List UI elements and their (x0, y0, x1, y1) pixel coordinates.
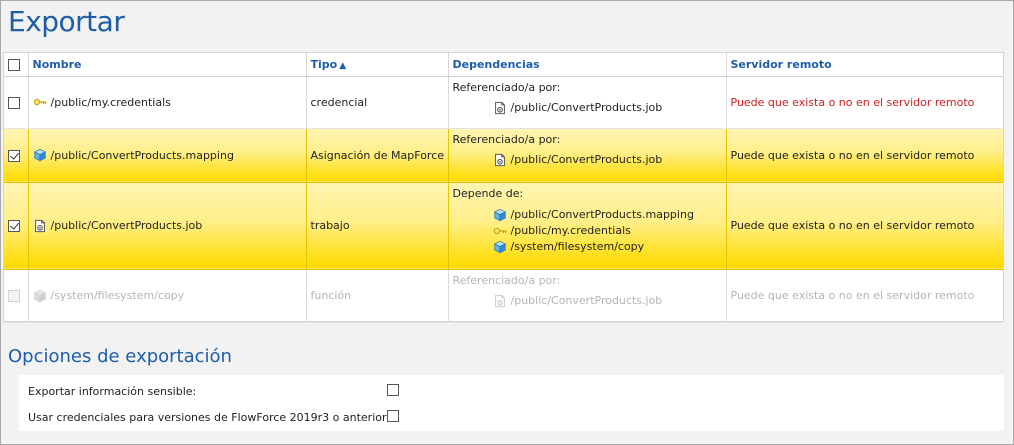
legacy-credentials-checkbox[interactable] (387, 410, 399, 422)
dependency-item: /public/ConvertProducts.job (453, 293, 722, 309)
dependency-label: Referenciado/a por: (452, 273, 561, 287)
dependency-path: /public/ConvertProducts.job (510, 293, 663, 307)
dependencies-cell: Depende de: /public/ConvertProducts.mappi… (448, 182, 727, 270)
dependency-item: /public/ConvertProducts.job (453, 152, 722, 168)
dependency-label: Referenciado/a por: (452, 80, 561, 94)
dependencies-cell: Referenciado/a por: /public/ConvertProduc… (448, 269, 727, 323)
dependency-path: /system/filesystem/copy (510, 239, 645, 253)
name-cell: /public/ConvertProducts.job (28, 182, 307, 270)
dependencies-cell: Referenciado/a por: /public/ConvertProduc… (448, 76, 727, 129)
cube-icon (493, 207, 507, 223)
column-header-type-label: Tipo (310, 57, 338, 71)
object-path: /public/ConvertProducts.job (50, 219, 203, 232)
export-sensitive-checkbox[interactable] (387, 384, 399, 396)
dependency-item: /public/my.credentials (453, 223, 722, 239)
column-header-dependencies[interactable]: Dependencias (448, 53, 727, 77)
dependency-item: /system/filesystem/copy (453, 239, 722, 255)
page-title: Exportar (8, 5, 125, 38)
name-cell: /public/my.credentials (28, 76, 307, 129)
remote-server-cell: Puede que exista o no en el servidor rem… (726, 269, 1003, 323)
export-table: Nombre Tipo ▲ Dependencias Servidor remot… (3, 52, 1004, 323)
dependency-label: Referenciado/a por: (452, 132, 561, 146)
name-cell: /public/ConvertProducts.mapping (28, 128, 307, 183)
remote-server-cell: Puede que exista o no en el servidor rem… (726, 76, 1003, 129)
dependency-item: /public/ConvertProducts.mapping (453, 207, 722, 223)
legacy-credentials-label: Usar credenciales para versiones de Flow… (28, 411, 399, 424)
object-path: /public/ConvertProducts.mapping (50, 148, 234, 162)
export-sensitive-label: Exportar información sensible: (28, 385, 197, 398)
table-row[interactable]: /public/ConvertProducts.mapping Asignació… (4, 128, 1003, 183)
table-row[interactable]: /public/ConvertProducts.job trabajo Depend… (4, 182, 1003, 270)
export-options-title: Opciones de exportación (8, 346, 232, 367)
cube-icon (493, 239, 507, 255)
name-cell: /system/filesystem/copy (28, 269, 307, 323)
dependency-item: /public/ConvertProducts.job (453, 100, 722, 116)
column-header-name-label: Nombre (32, 57, 82, 71)
select-all-header[interactable] (4, 53, 29, 77)
remote-server-cell: Puede que exista o no en el servidor rem… (726, 182, 1003, 270)
sort-ascending-icon[interactable]: ▲ (339, 61, 346, 71)
type-cell: trabajo (306, 182, 449, 270)
table-row[interactable]: /system/filesystem/copy función Referencia… (4, 269, 1003, 323)
job-icon (33, 219, 47, 233)
cube-icon (33, 148, 47, 162)
export-options-panel: Exportar información sensible: Usar cred… (19, 375, 1004, 431)
row-checkbox-cell[interactable] (4, 76, 29, 129)
dependencies-cell: Referenciado/a por: /public/ConvertProduc… (448, 128, 727, 183)
job-icon (493, 100, 507, 116)
column-header-name[interactable]: Nombre (28, 53, 307, 77)
dependency-path: /public/my.credentials (510, 223, 631, 237)
row-checkbox-cell[interactable] (4, 182, 29, 270)
object-path: /public/my.credentials (50, 95, 171, 109)
dependency-path: /public/ConvertProducts.job (510, 152, 663, 166)
row-checkbox[interactable] (8, 220, 20, 232)
type-cell: función (306, 269, 449, 323)
object-path: /system/filesystem/copy (50, 289, 185, 302)
row-checkbox[interactable] (8, 96, 20, 109)
cube-icon (33, 289, 47, 303)
dependency-path: /public/ConvertProducts.mapping (510, 207, 694, 221)
row-checkbox[interactable] (8, 149, 20, 162)
column-header-type[interactable]: Tipo ▲ (306, 53, 449, 77)
key-icon (33, 95, 47, 109)
type-cell: Asignación de MapForce (306, 128, 449, 183)
dependency-path: /public/ConvertProducts.job (510, 100, 663, 114)
row-checkbox (8, 290, 20, 302)
select-all-checkbox[interactable] (8, 58, 20, 71)
key-icon (493, 223, 507, 239)
row-checkbox-cell[interactable] (4, 128, 29, 183)
table-row[interactable]: /public/my.credentials credencial Referenc… (4, 76, 1003, 129)
remote-server-cell: Puede que exista o no en el servidor rem… (726, 128, 1003, 183)
dependency-label: Depende de: (452, 186, 524, 200)
column-header-remote-label: Servidor remoto (730, 57, 832, 71)
row-checkbox-cell[interactable] (4, 269, 29, 323)
job-icon (493, 152, 507, 168)
column-header-remote-server[interactable]: Servidor remoto (726, 53, 1003, 77)
job-icon (493, 293, 507, 309)
type-cell: credencial (306, 76, 449, 129)
column-header-dependencies-label: Dependencias (452, 57, 540, 71)
